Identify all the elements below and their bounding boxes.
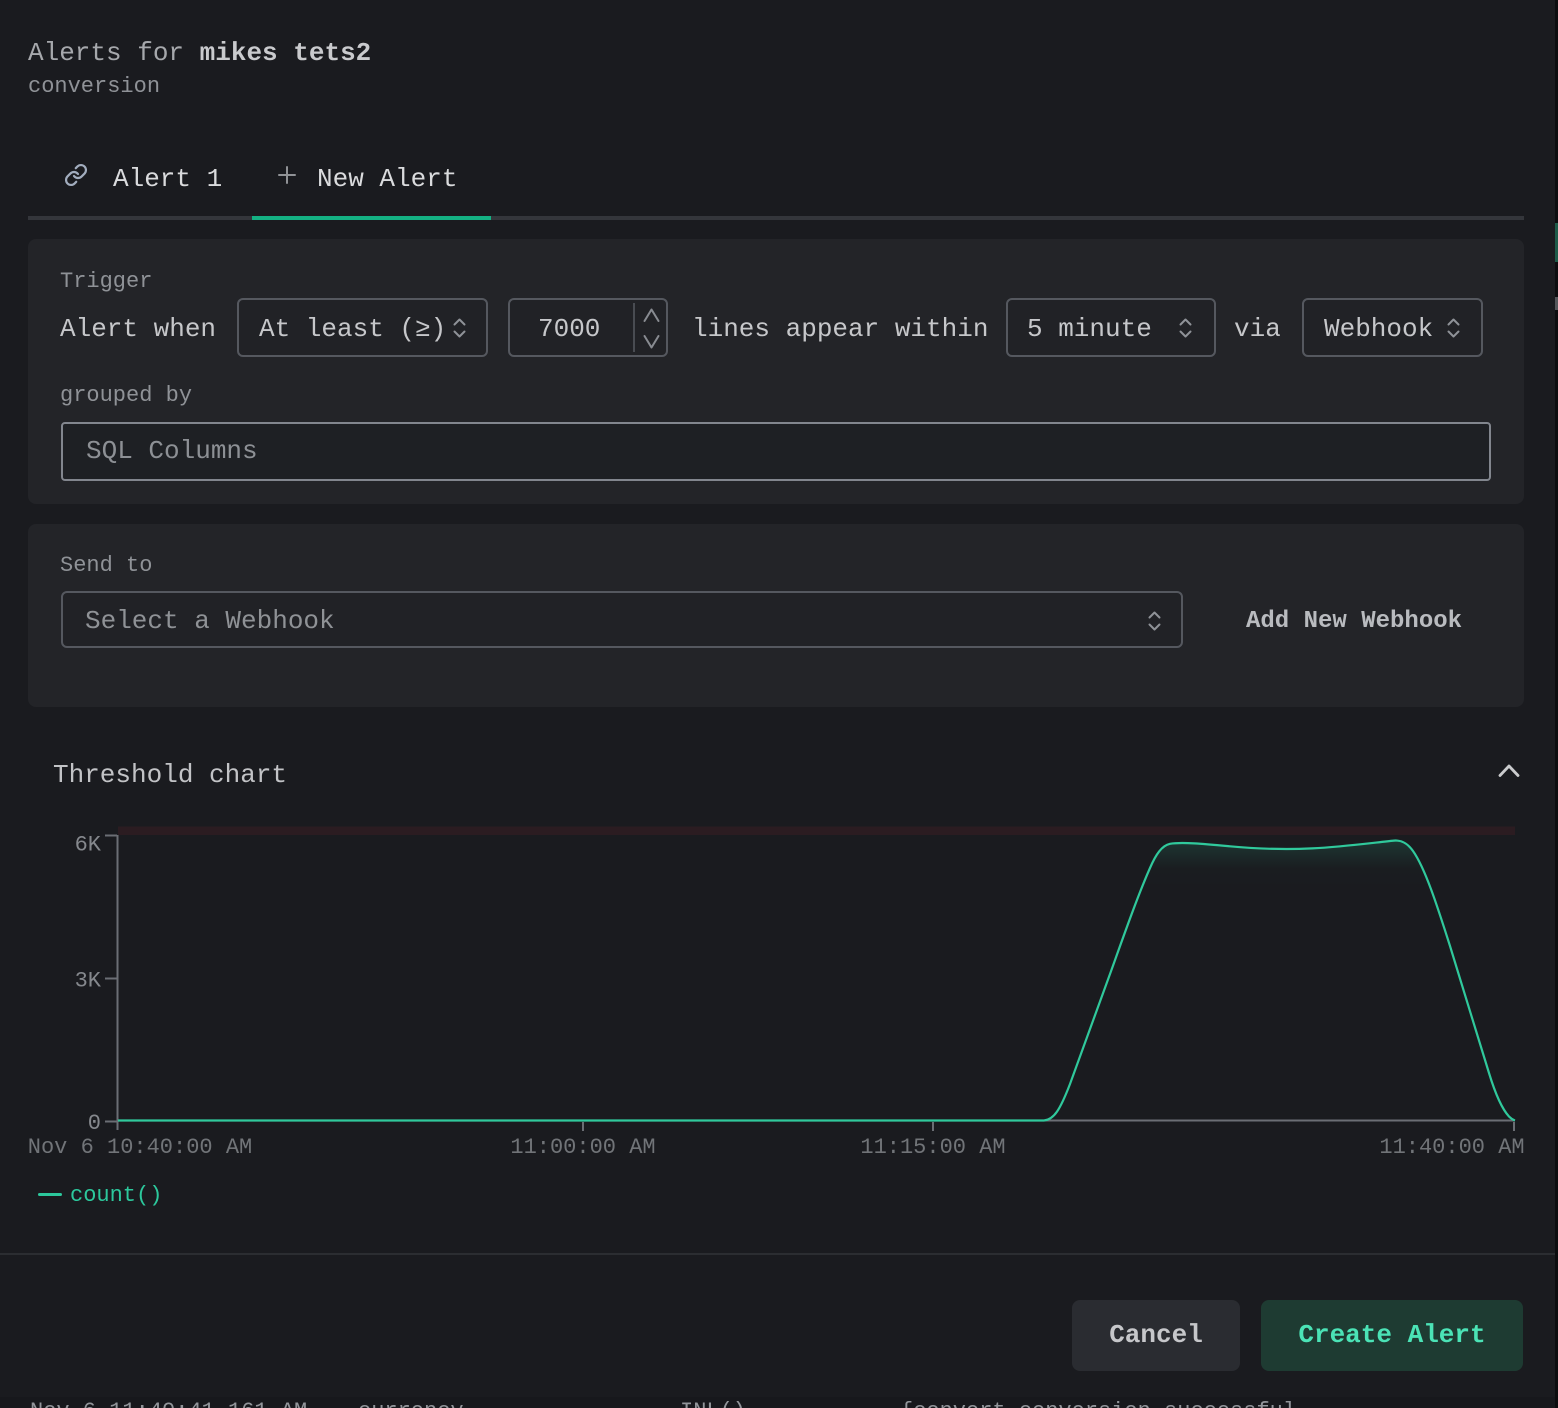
svg-text:6K: 6K	[75, 833, 102, 858]
svg-text:0: 0	[88, 1111, 101, 1136]
svg-text:Nov 6 10:40:00 AM: Nov 6 10:40:00 AM	[28, 1135, 252, 1160]
svg-text:11:00:00 AM: 11:00:00 AM	[510, 1135, 655, 1160]
svg-text:11:15:00 AM: 11:15:00 AM	[860, 1135, 1005, 1160]
svg-text:3K: 3K	[75, 969, 102, 994]
svg-text:11:40:00 AM: 11:40:00 AM	[1379, 1135, 1524, 1160]
